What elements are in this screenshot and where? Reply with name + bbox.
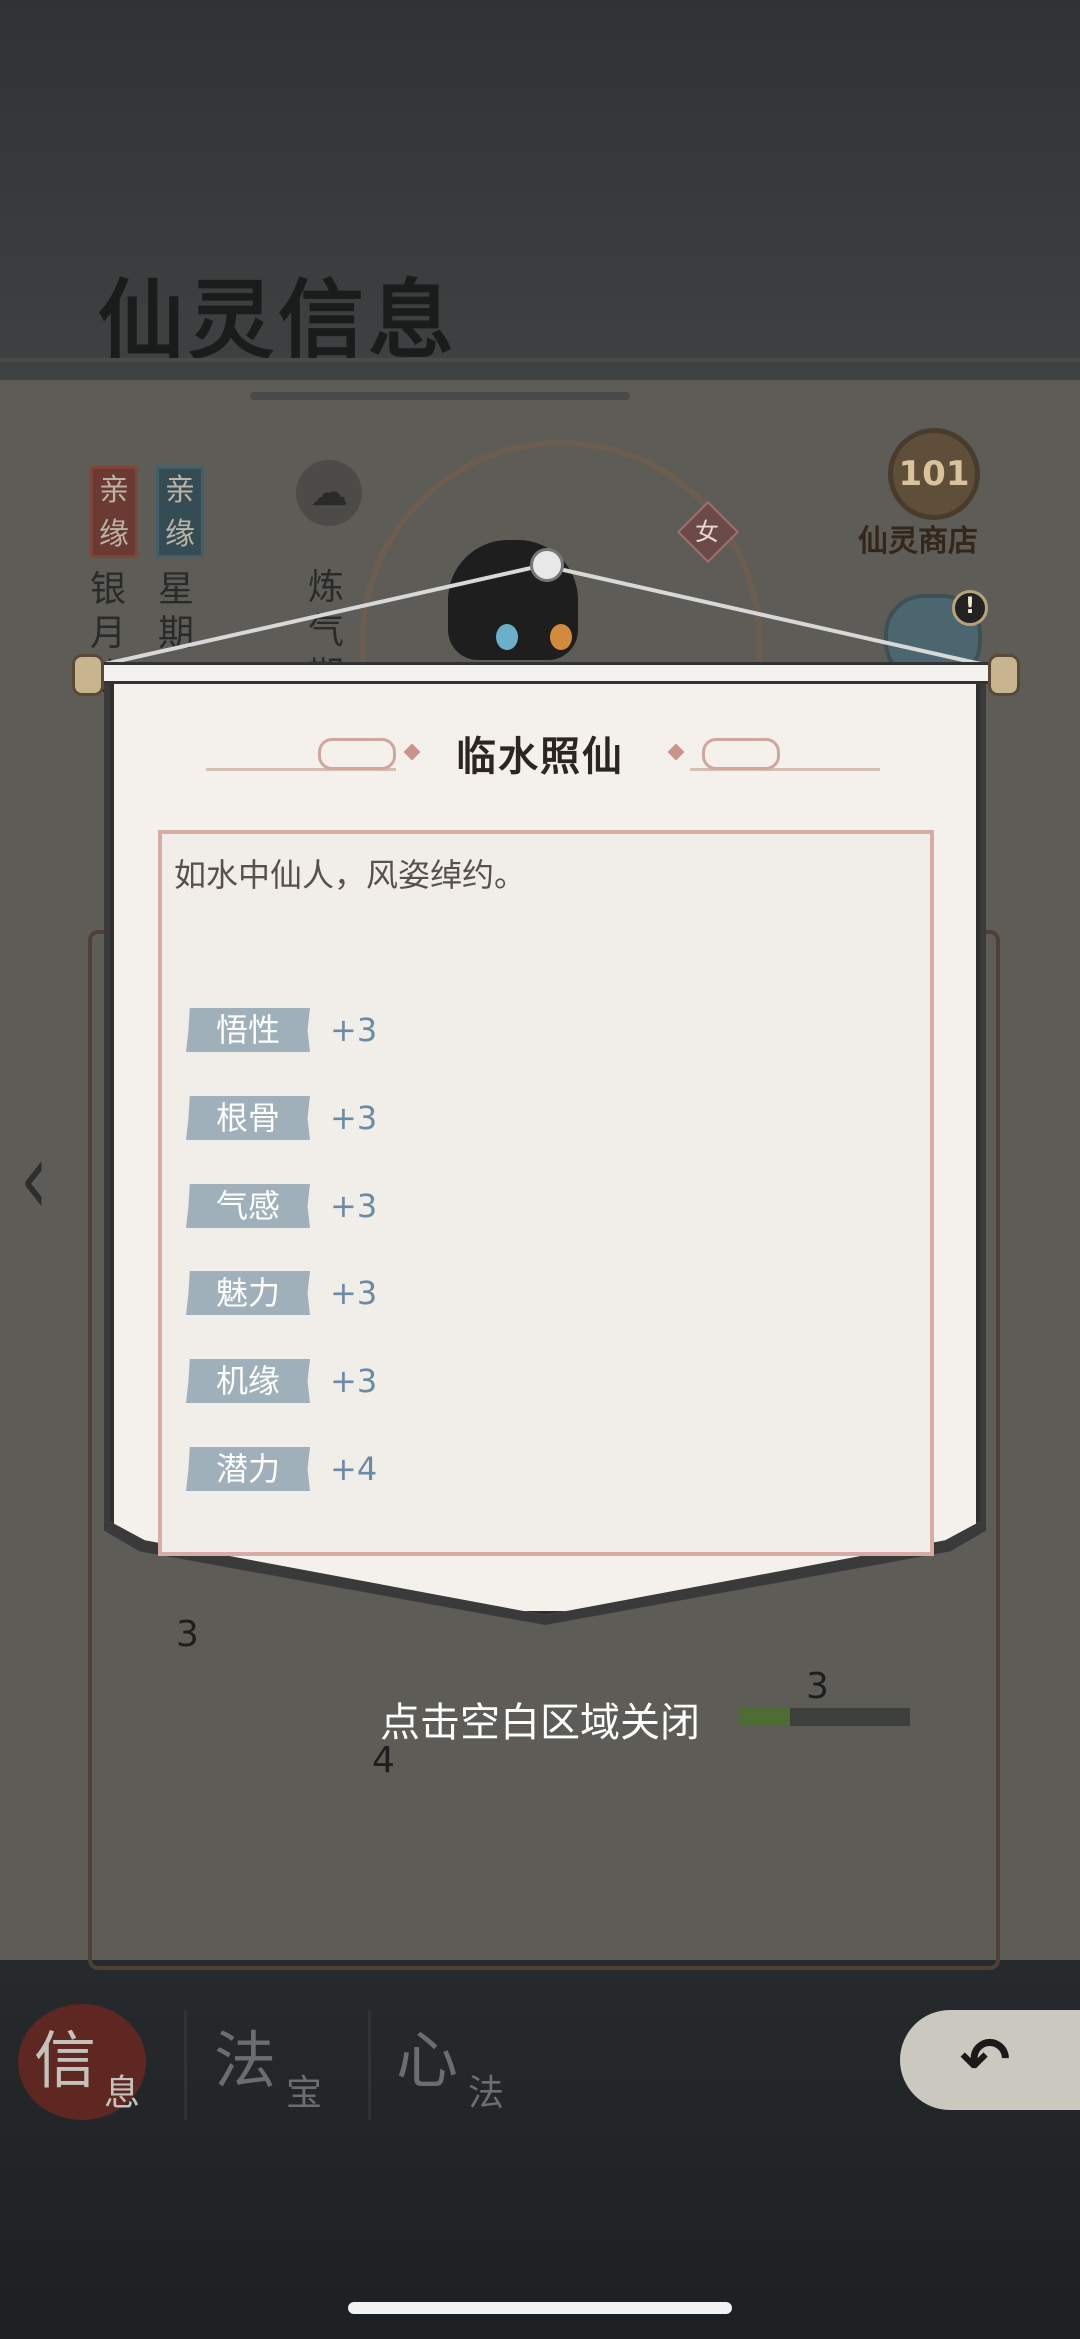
tab-info-char: 信 — [34, 2024, 97, 2097]
background-footer — [0, 1960, 1080, 2339]
stat-value: +3 — [330, 1274, 378, 1312]
stat-label: 潜力 — [186, 1447, 310, 1491]
shop-label[interactable]: 仙灵商店 — [858, 516, 978, 560]
background-number: 3 — [176, 1614, 199, 1655]
tab-technique-char-small: 法 — [468, 2073, 505, 2114]
previous-arrow-icon[interactable]: ‹ — [20, 1120, 48, 1237]
stat-value: +3 — [330, 1362, 378, 1400]
scroll-rod-end-left — [72, 654, 104, 696]
bond-tag-char: 缘 — [99, 517, 129, 552]
bond-tag-char: 亲 — [99, 473, 129, 508]
scroll-rod — [82, 662, 1008, 684]
home-indicator[interactable] — [348, 2302, 732, 2314]
title-divider — [0, 358, 1080, 362]
gender-label: 女 — [695, 518, 719, 546]
scroll-hook — [530, 548, 564, 582]
tab-treasure-char: 法 — [214, 2024, 277, 2097]
tab-info-char-small: 息 — [104, 2073, 141, 2114]
stat-value: +3 — [330, 1011, 378, 1049]
cloud-icon[interactable]: ☁ — [296, 460, 362, 526]
modal-title: 临水照仙 — [456, 734, 624, 780]
stat-label: 根骨 — [186, 1096, 310, 1140]
back-button[interactable]: ↶ — [900, 2010, 1080, 2110]
shop-icon[interactable]: 101 — [888, 428, 980, 520]
avatar-eye-right — [550, 624, 572, 650]
stat-label: 魅力 — [186, 1271, 310, 1315]
modal-description: 如水中仙人，风姿绰约。 — [174, 856, 527, 894]
tab-treasure-char-small: 宝 — [286, 2073, 323, 2114]
tab-divider — [368, 2010, 371, 2120]
page-title: 仙灵信息 — [98, 270, 458, 371]
stat-value: +4 — [330, 1450, 378, 1488]
tab-technique-char: 心 — [396, 2024, 459, 2097]
bond-tag-blue[interactable]: 亲 缘 — [156, 466, 204, 558]
stat-label: 悟性 — [186, 1008, 310, 1052]
close-hint[interactable]: 点击空白区域关闭 — [0, 1690, 1080, 1748]
stat-value: +3 — [330, 1187, 378, 1225]
avatar-eye-left — [496, 624, 518, 650]
stat-value: +3 — [330, 1099, 378, 1137]
alert-badge: ! — [952, 590, 988, 626]
title-underline — [250, 392, 630, 400]
bond-tag-char: 缘 — [165, 517, 195, 552]
bond-tag-char: 亲 — [165, 473, 195, 508]
stat-label: 气感 — [186, 1184, 310, 1228]
scroll-rod-end-right — [988, 654, 1020, 696]
bond-tag-red[interactable]: 亲 缘 — [90, 466, 138, 558]
stat-label: 机缘 — [186, 1359, 310, 1403]
tab-divider — [184, 2010, 187, 2120]
